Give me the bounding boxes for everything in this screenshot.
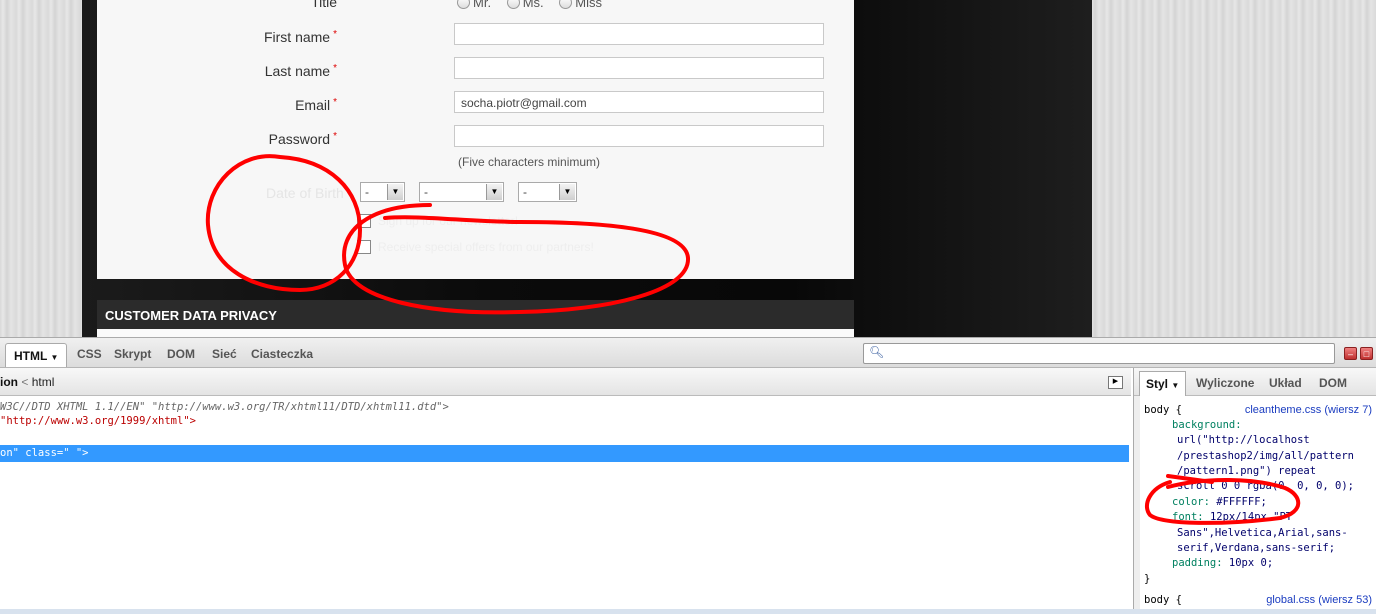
dob-year-select[interactable]: - ▼	[518, 182, 577, 202]
tab-dom[interactable]: DOM	[167, 347, 195, 361]
html-source-tree: W3C//DTD XHTML 1.1//EN" "http://www.w3.o…	[0, 396, 1131, 614]
selected-node-line[interactable]: on" class=" ">	[0, 445, 1129, 462]
chevron-down-icon: ▼	[50, 353, 59, 362]
css-source-link[interactable]: global.css (wiersz 53)	[1266, 594, 1372, 606]
css-value[interactable]: /pattern1.png") repeat	[1177, 465, 1316, 477]
newsletter-checkbox[interactable]	[357, 214, 371, 228]
privacy-section-body	[97, 329, 854, 337]
devtools-search-input[interactable]: 🔍︎	[863, 343, 1335, 364]
radio-ms-label: Ms.	[522, 0, 544, 11]
css-value[interactable]: scroll 0 0 rgba(0, 0, 0, 0);	[1177, 480, 1354, 492]
radio-mr-label: Mr.	[473, 0, 492, 11]
password-hint: (Five characters minimum)	[458, 155, 601, 169]
side-panel-tabs: Styl ▼ Wyliczone Układ DOM	[1134, 368, 1376, 396]
radio-mr[interactable]	[457, 0, 470, 10]
css-value[interactable]: url("http://localhost	[1177, 434, 1310, 446]
newsletter-label: Sign up for our newsletter!	[378, 214, 519, 228]
chevron-down-icon: ▼	[486, 184, 502, 200]
tab-cookies[interactable]: Ciasteczka	[251, 347, 313, 361]
minimize-icon[interactable]: –	[1344, 347, 1357, 360]
breadcrumb-parent[interactable]: html	[32, 375, 55, 389]
css-rule-close: }	[1144, 573, 1151, 585]
last-name-label: Last name *	[264, 63, 337, 79]
tab-layout[interactable]: Układ	[1269, 376, 1302, 390]
password-label: Password *	[268, 131, 337, 147]
first-name-input[interactable]	[454, 23, 824, 45]
devtools-panel: HTML ▼ CSS Skrypt DOM Sieć Ciasteczka 🔍︎…	[0, 337, 1376, 614]
css-value[interactable]: Sans",Helvetica,Arial,sans-	[1177, 527, 1348, 539]
css-declaration-color[interactable]: color: #FFFFFF;	[1172, 496, 1267, 508]
breadcrumb: ion < html ▶	[0, 368, 1131, 396]
browser-viewport: Title Mr. Ms. Miss First name * Last name…	[0, 0, 1376, 337]
optin-label: Receive special offers from our partners…	[378, 240, 594, 254]
html-tag-line[interactable]: "http://www.w3.org/1999/xhtml">	[0, 415, 196, 427]
dob-month-select[interactable]: - ▼	[419, 182, 504, 202]
dob-label: Date of Birth	[266, 185, 344, 201]
style-side-panel: Styl ▼ Wyliczone Układ DOM body { cleant…	[1133, 368, 1376, 614]
chevron-down-icon: ▼	[1171, 381, 1180, 390]
radio-miss[interactable]	[559, 0, 573, 10]
breadcrumb-current[interactable]: ion	[0, 375, 18, 389]
registration-form: Title Mr. Ms. Miss First name * Last name…	[97, 0, 854, 279]
detach-icon[interactable]: □	[1360, 347, 1373, 360]
tab-computed[interactable]: Wyliczone	[1196, 376, 1254, 390]
css-declaration-font[interactable]: font: 12px/14px "PT	[1172, 511, 1292, 523]
css-property[interactable]: background:	[1172, 419, 1242, 431]
optin-checkbox[interactable]	[357, 240, 371, 254]
last-name-input[interactable]	[454, 57, 824, 79]
css-value[interactable]: /prestashop2/img/all/pattern	[1177, 450, 1354, 462]
dob-day-select[interactable]: - ▼	[360, 182, 405, 202]
css-selector: body {	[1144, 594, 1182, 606]
tab-html[interactable]: HTML ▼	[5, 343, 68, 367]
email-input[interactable]: socha.piotr@gmail.com	[454, 91, 824, 113]
chevron-down-icon: ▼	[559, 184, 575, 200]
css-source-link[interactable]: cleantheme.css (wiersz 7)	[1245, 404, 1372, 416]
breadcrumb-separator: <	[21, 375, 29, 389]
tab-net[interactable]: Sieć	[212, 347, 237, 361]
email-label: Email *	[295, 97, 337, 113]
css-declaration-padding[interactable]: padding: 10px 0;	[1172, 557, 1273, 569]
css-value[interactable]: serif,Verdana,sans-serif;	[1177, 542, 1335, 554]
tab-style[interactable]: Styl ▼	[1139, 371, 1187, 396]
chevron-down-icon: ▼	[387, 184, 403, 200]
search-icon: 🔍︎	[869, 345, 885, 359]
css-selector: body {	[1144, 404, 1182, 416]
side-panel-scrollbar[interactable]	[1134, 396, 1140, 614]
password-input[interactable]	[454, 125, 824, 147]
title-label: Title	[311, 0, 337, 10]
devtools-toolbar: HTML ▼ CSS Skrypt DOM Sieć Ciasteczka 🔍︎…	[0, 337, 1376, 368]
status-strip	[0, 609, 1376, 614]
radio-miss-label: Miss	[575, 0, 602, 11]
tab-script[interactable]: Skrypt	[114, 347, 151, 361]
title-radio-group: Mr. Ms. Miss	[457, 0, 614, 10]
tab-css[interactable]: CSS	[77, 347, 102, 361]
privacy-section-header: CUSTOMER DATA PRIVACY	[97, 300, 854, 329]
radio-ms[interactable]	[506, 0, 520, 10]
tab-side-dom[interactable]: DOM	[1319, 376, 1347, 390]
doctype-line[interactable]: W3C//DTD XHTML 1.1//EN" "http://www.w3.o…	[0, 401, 449, 413]
first-name-label: First name *	[263, 29, 337, 45]
toggle-side-panel-icon[interactable]: ▶	[1108, 376, 1123, 389]
